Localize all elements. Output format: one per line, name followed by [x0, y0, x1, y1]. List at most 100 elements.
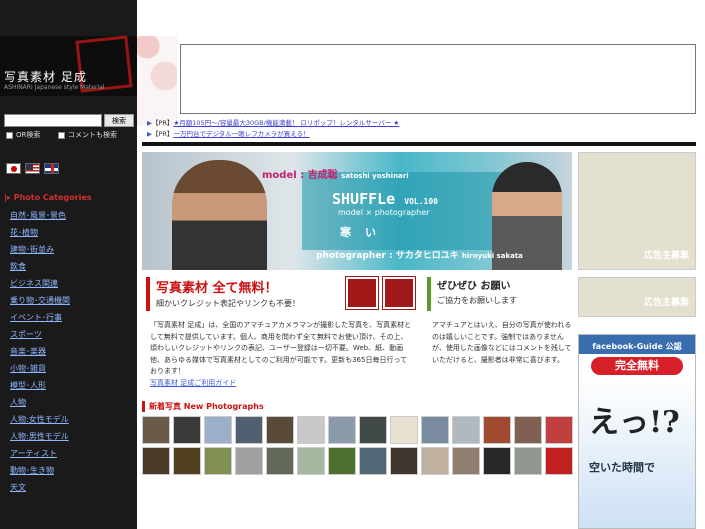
sidebar: 写真素材 足成 ASHINARI Japanese style Material…	[0, 0, 137, 529]
seal-stamp-icon	[345, 276, 379, 310]
banner-word: 寒い	[340, 226, 390, 239]
photo-thumbnail[interactable]	[328, 416, 356, 444]
category-link[interactable]: 人物:女性モデル	[10, 414, 70, 431]
request-heading-block: ぜひぜひ お願い ご協力をお願いします	[427, 277, 572, 311]
photo-thumbnail[interactable]	[266, 447, 294, 475]
fb-ad-headline: えっ!?	[589, 405, 680, 440]
banner-title: SHUFFLe VOL.100	[332, 190, 438, 208]
or-search-option[interactable]: OR検索	[6, 130, 40, 140]
photo-thumbnail[interactable]	[514, 447, 542, 475]
photo-thumbnail[interactable]	[452, 447, 480, 475]
free-heading-block: 写真素材 全て無料！ 細かいクレジット表記やリンクも不要！	[146, 277, 336, 311]
photo-thumbnail[interactable]	[359, 447, 387, 475]
language-switcher	[6, 163, 59, 174]
comment-search-label: コメントも検索	[68, 131, 117, 139]
photo-thumbnail[interactable]	[328, 447, 356, 475]
pr-line: ▶【PR】一万円台でデジタル一眼レフカメラが買える！	[147, 130, 310, 138]
category-link[interactable]: ビジネス関連	[10, 278, 70, 295]
free-subtitle: 細かいクレジット表記やリンクも不要！	[156, 299, 300, 308]
photo-thumbnail[interactable]	[390, 447, 418, 475]
seal-stamp-icon	[382, 276, 416, 310]
category-link[interactable]: アーティスト	[10, 448, 70, 465]
fb-ad-title: facebook-Guide 公認	[579, 335, 695, 354]
top-ad-banner[interactable]	[180, 44, 696, 114]
category-link[interactable]: イベント･行事	[10, 312, 70, 329]
banner-model: model : 吉成聡 satoshi yoshinari	[262, 170, 409, 181]
banner-tagline: model × photographer	[338, 208, 430, 217]
photo-thumbnail[interactable]	[297, 416, 325, 444]
intro-body: 「写真素材 足成」は、全国のアマチュアカメラマンが撮影した写真を、写真素材として…	[150, 321, 412, 375]
comment-search-option[interactable]: コメントも検索	[58, 130, 117, 140]
photo-thumbnail[interactable]	[390, 416, 418, 444]
side-ad-label: 広告主募集	[643, 251, 689, 261]
intro-text: 「写真素材 足成」は、全国のアマチュアカメラマンが撮影した写真を、写真素材として…	[150, 320, 412, 389]
photo-thumbnail[interactable]	[483, 447, 511, 475]
photo-thumbnail[interactable]	[142, 447, 170, 475]
category-link[interactable]: 人物:男性モデル	[10, 431, 70, 448]
photo-thumbnail[interactable]	[173, 416, 201, 444]
side-ad-label: 広告主募集	[643, 298, 689, 308]
photo-thumbnail[interactable]	[421, 416, 449, 444]
side-ad-2[interactable]: 広告主募集	[578, 277, 696, 317]
photo-thumbnail[interactable]	[235, 447, 263, 475]
photo-thumbnail[interactable]	[452, 416, 480, 444]
facebook-guide-ad[interactable]: facebook-Guide 公認 完全無料 えっ!? 空いた時間で	[578, 334, 696, 529]
pr-link[interactable]: ★月額105円～/容量最大30GB/機能満載！ ロリポップ！レンタルサーバー ★	[173, 119, 399, 127]
photo-thumbnail[interactable]	[204, 416, 232, 444]
uk-flag-icon[interactable]	[44, 163, 59, 174]
photo-thumbnail[interactable]	[173, 447, 201, 475]
category-link[interactable]: 模型･人形	[10, 380, 70, 397]
site-logo[interactable]: 写真素材 足成 ASHINARI Japanese style Material	[0, 35, 137, 96]
fb-ad-free: 完全無料	[591, 357, 683, 375]
us-flag-icon[interactable]	[25, 163, 40, 174]
jp-flag-icon[interactable]	[6, 163, 21, 174]
photo-thumbnail[interactable]	[514, 416, 542, 444]
photo-thumbnail[interactable]	[142, 416, 170, 444]
category-link[interactable]: 自然･風景･景色	[10, 210, 70, 227]
photo-thumbnail[interactable]	[235, 416, 263, 444]
photo-thumbnail[interactable]	[266, 416, 294, 444]
side-ad-1[interactable]: 広告主募集	[578, 152, 696, 270]
photo-thumbnail[interactable]	[483, 416, 511, 444]
pr-line: ▶【PR】★月額105円～/容量最大30GB/機能満載！ ロリポップ！レンタルサ…	[147, 119, 400, 127]
comment-search-checkbox[interactable]	[58, 131, 65, 139]
usage-guide-link[interactable]: 写真素材 足成ご利用ガイド	[150, 379, 236, 387]
category-link[interactable]: 小物･雑貨	[10, 363, 70, 380]
category-link[interactable]: 動物･生き物	[10, 465, 70, 482]
new-photos-heading: 新着写真 New Photographs	[142, 401, 264, 412]
photo-thumbnail[interactable]	[421, 447, 449, 475]
photo-thumbnail[interactable]	[545, 416, 573, 444]
category-link[interactable]: 天文	[10, 482, 70, 499]
search-input[interactable]	[4, 114, 102, 127]
header-divider	[142, 142, 696, 146]
categories-heading: |▸ Photo Categories	[4, 193, 92, 202]
or-search-label: OR検索	[16, 131, 41, 139]
or-search-checkbox[interactable]	[6, 131, 13, 139]
photo-thumbnail[interactable]	[204, 447, 232, 475]
request-subtitle: ご協力をお願いします	[437, 296, 517, 305]
notice-text: アマチュアとはいえ、自分の写真が使われるのは嬉しいことです。強制ではありませんが…	[432, 321, 572, 364]
photo-thumbnail[interactable]	[359, 416, 387, 444]
new-photos-grid	[142, 416, 574, 475]
category-link[interactable]: 花･植物	[10, 227, 70, 244]
photo-thumbnail[interactable]	[297, 447, 325, 475]
category-link[interactable]: 飲食	[10, 261, 70, 278]
category-list: 自然･風景･景色 花･植物 建物･街並み 飲食 ビジネス関連 乗り物･交通機関 …	[10, 210, 70, 499]
request-title: ぜひぜひ お願い	[437, 281, 511, 292]
search-button[interactable]: 検索	[104, 114, 134, 127]
banner-photographer: photographer : サカタヒロユキ hiroyuki sakata	[316, 251, 523, 261]
feature-banner[interactable]: model : 吉成聡 satoshi yoshinari SHUFFLe VO…	[142, 152, 572, 270]
category-link[interactable]: 建物･街並み	[10, 244, 70, 261]
category-link[interactable]: 音楽･楽器	[10, 346, 70, 363]
decorative-flower-pattern	[137, 36, 177, 126]
pr-link[interactable]: 一万円台でデジタル一眼レフカメラが買える！	[173, 130, 309, 138]
logo-text: 写真素材 足成	[4, 70, 87, 84]
category-link[interactable]: スポーツ	[10, 329, 70, 346]
fb-ad-sub: 空いた時間で	[589, 461, 655, 474]
logo-subtitle: ASHINARI Japanese style Material	[4, 84, 105, 91]
heading-marker-icon: |▸	[4, 193, 14, 202]
model-photo	[172, 160, 267, 270]
photo-thumbnail[interactable]	[545, 447, 573, 475]
category-link[interactable]: 人物	[10, 397, 70, 414]
category-link[interactable]: 乗り物･交通機関	[10, 295, 70, 312]
